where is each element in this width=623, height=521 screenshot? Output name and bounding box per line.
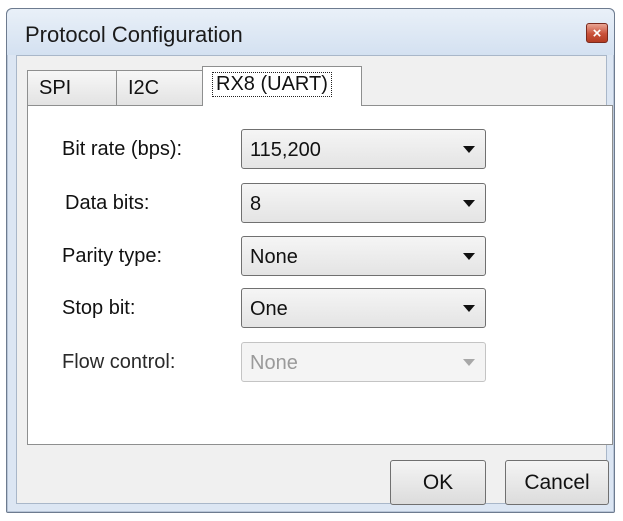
flow-control-label: Flow control:: [62, 351, 176, 373]
chevron-down-icon: [463, 146, 475, 153]
data-bits-dropdown[interactable]: 8: [241, 183, 486, 223]
flow-control-value: None: [250, 352, 298, 374]
stop-bit-value: One: [250, 298, 288, 320]
stop-bit-label: Stop bit:: [62, 297, 136, 319]
dialog-client-area: SPI I2C RX8 (UART) Bit rate (bps): 115,2…: [16, 55, 613, 505]
data-bits-label: Data bits:: [65, 192, 150, 214]
parity-type-dropdown[interactable]: None: [241, 236, 486, 276]
data-bits-value: 8: [250, 193, 262, 215]
bit-rate-value: 115,200: [250, 139, 321, 161]
bit-rate-dropdown[interactable]: 115,200: [241, 129, 486, 169]
tab-rx8-uart-label: RX8 (UART): [212, 72, 332, 97]
chevron-down-icon: [463, 200, 475, 207]
tab-spi-label: SPI: [39, 77, 72, 99]
tab-i2c-label: I2C: [128, 77, 160, 99]
chevron-down-icon: [463, 359, 475, 366]
close-icon: ×: [592, 25, 602, 42]
ok-button[interactable]: OK: [390, 460, 486, 505]
dialog-title: Protocol Configuration: [25, 22, 243, 47]
title-bar[interactable]: Protocol Configuration ×: [7, 9, 614, 55]
cancel-button[interactable]: Cancel: [505, 460, 609, 505]
cancel-button-label: Cancel: [524, 471, 590, 494]
parity-type-label: Parity type:: [62, 245, 163, 267]
stop-bit-dropdown[interactable]: One: [241, 288, 486, 328]
close-button[interactable]: ×: [586, 23, 608, 43]
tab-i2c[interactable]: I2C: [116, 70, 203, 105]
chevron-down-icon: [463, 253, 475, 260]
protocol-configuration-dialog: Protocol Configuration × SPI I2C RX8 (UA…: [6, 8, 615, 513]
tab-rx8-uart[interactable]: RX8 (UART): [202, 66, 362, 106]
chevron-down-icon: [463, 305, 475, 312]
uart-settings-panel: Bit rate (bps): 115,200 Data bits: 8 Par…: [27, 105, 613, 445]
ok-button-label: OK: [422, 471, 454, 494]
bit-rate-label: Bit rate (bps):: [62, 138, 183, 160]
parity-type-value: None: [250, 246, 298, 268]
flow-control-dropdown: None: [241, 342, 486, 382]
tab-spi[interactable]: SPI: [27, 70, 117, 105]
